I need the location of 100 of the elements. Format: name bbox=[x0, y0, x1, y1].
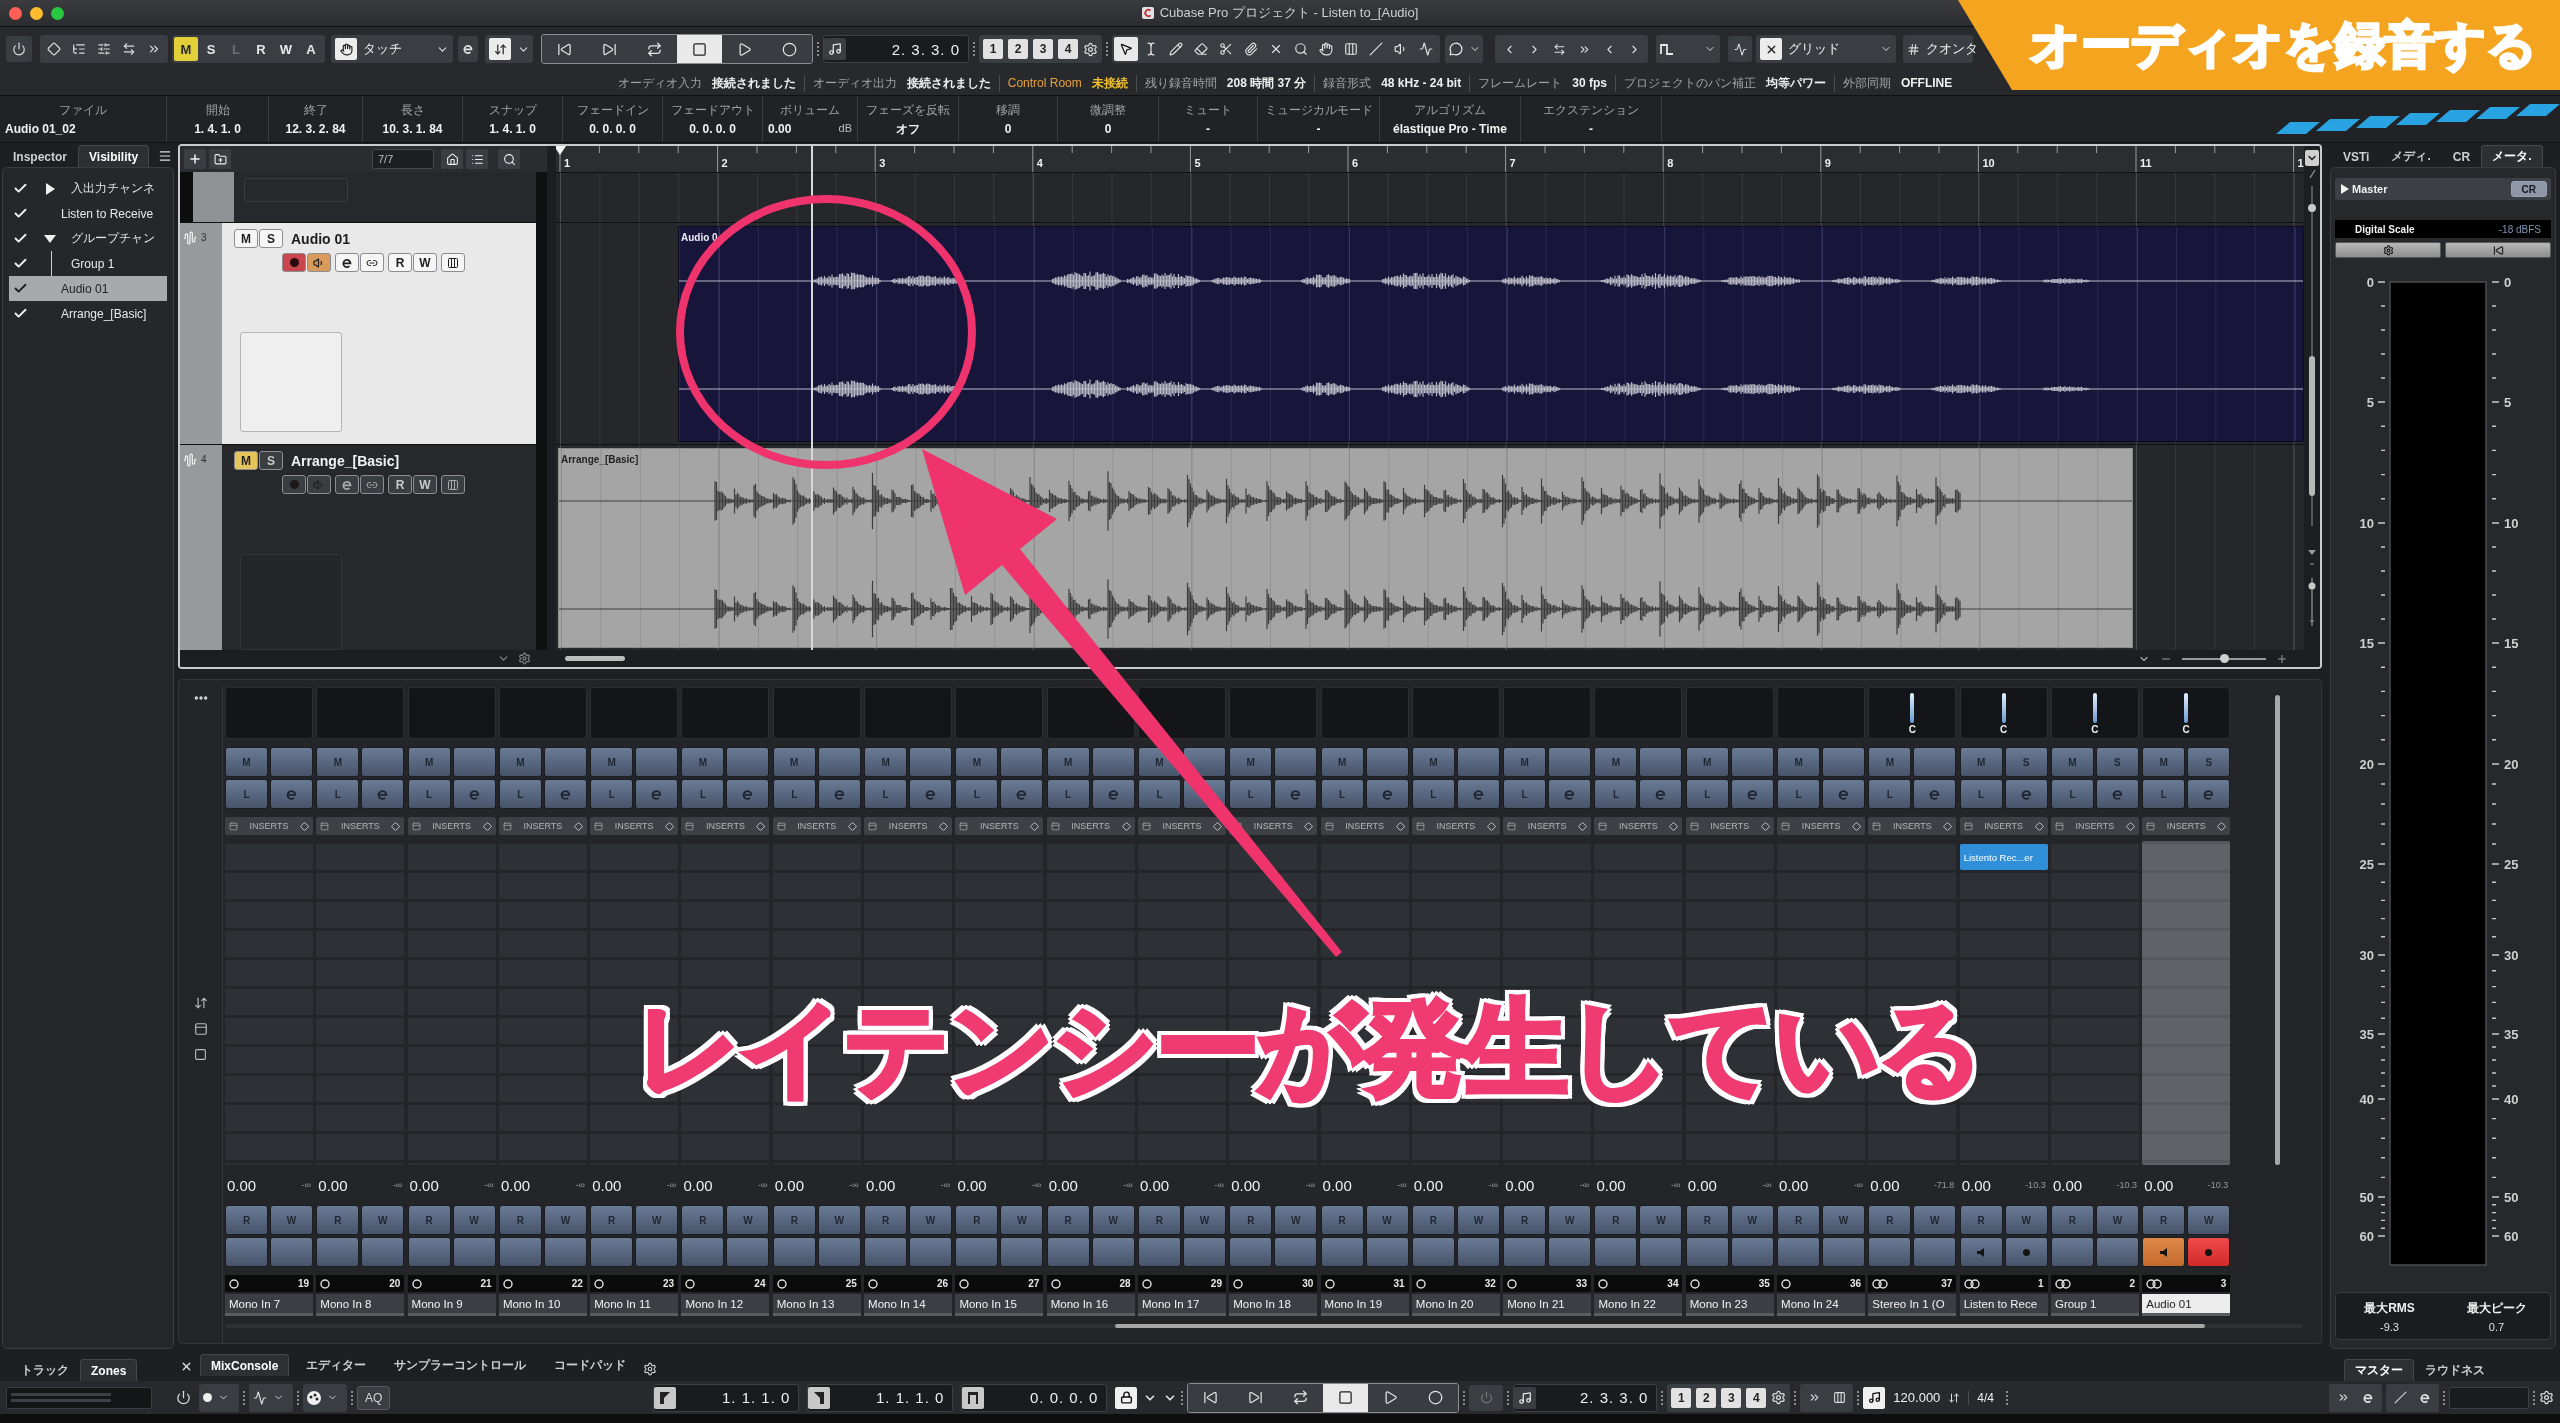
blank-button[interactable] bbox=[1913, 747, 1957, 777]
fader-value[interactable]: 0.00 bbox=[1505, 1176, 1535, 1194]
marker-button[interactable]: 3 bbox=[1033, 39, 1053, 59]
list-button[interactable] bbox=[466, 149, 488, 169]
tab[interactable]: メータ. bbox=[2481, 145, 2543, 167]
input-field[interactable] bbox=[2449, 1386, 2529, 1409]
scroll-thumb[interactable] bbox=[1115, 1324, 2205, 1328]
inserts-header[interactable]: INSERTS bbox=[1046, 817, 1135, 835]
write-button[interactable]: W bbox=[413, 253, 437, 272]
vertical-scrollbar[interactable] bbox=[2274, 695, 2280, 1165]
add-track-button[interactable] bbox=[184, 149, 206, 169]
snap-dropdown[interactable] bbox=[485, 35, 533, 63]
blank-button[interactable] bbox=[1913, 1237, 1957, 1267]
blank-button[interactable] bbox=[1274, 1237, 1318, 1267]
inserts-header[interactable]: INSERTS bbox=[864, 817, 953, 835]
check-icon[interactable] bbox=[13, 181, 28, 196]
tab[interactable]: MixConsole bbox=[200, 1354, 290, 1376]
reset-button[interactable] bbox=[2445, 242, 2551, 258]
fader-value[interactable]: 0.00 bbox=[1139, 1176, 1170, 1194]
mute-button[interactable]: M bbox=[234, 451, 258, 470]
fader-value[interactable]: 0.00 bbox=[2144, 1176, 2174, 1194]
automation-button[interactable]: R bbox=[249, 37, 273, 61]
monitor-button[interactable] bbox=[307, 475, 331, 494]
inserts-header[interactable]: INSERTS bbox=[2050, 817, 2139, 835]
blank-button[interactable] bbox=[772, 1237, 816, 1267]
lock-icon[interactable] bbox=[1115, 1386, 1138, 1409]
fader-value[interactable]: 0.00 bbox=[592, 1176, 622, 1194]
channel-name[interactable]: Mono In 23 bbox=[1685, 1294, 1774, 1316]
monitor-button[interactable] bbox=[2142, 1237, 2186, 1267]
blank-button[interactable] bbox=[1594, 1237, 1638, 1267]
blank-button[interactable] bbox=[1320, 1237, 1364, 1267]
info-value[interactable]: 10. 3. 1. 84 bbox=[382, 121, 443, 136]
fader-value[interactable]: 0.00 bbox=[227, 1176, 257, 1194]
timeline-ruler[interactable]: 1 2 3 4 5 6 7 8 9 10 11 1 bbox=[556, 146, 2304, 172]
solo-button[interactable]: S bbox=[259, 451, 283, 470]
zoom-slider[interactable] bbox=[2182, 657, 2266, 660]
fader-value[interactable]: 0.00 bbox=[774, 1176, 804, 1194]
audio-event[interactable]: Arrange_[Basic] bbox=[558, 448, 2133, 648]
blank-button[interactable] bbox=[1000, 747, 1044, 777]
marker-button[interactable]: 2 bbox=[1696, 1387, 1717, 1408]
channel-name[interactable]: Mono In 12 bbox=[681, 1294, 770, 1316]
blank-button[interactable] bbox=[1456, 747, 1500, 777]
fader-value[interactable]: 0.00 bbox=[500, 1176, 531, 1194]
blank-button[interactable] bbox=[1046, 1237, 1090, 1267]
inserts-header[interactable]: INSERTS bbox=[2142, 817, 2231, 835]
locator-display[interactable]: 1. 1. 1. 0 bbox=[807, 1383, 954, 1412]
blank-button[interactable] bbox=[270, 747, 313, 777]
fader-value[interactable]: 0.00 bbox=[957, 1176, 987, 1194]
fader-value[interactable]: 0.00 bbox=[1870, 1176, 1900, 1194]
position-display[interactable]: 2. 3. 3. 0 bbox=[823, 35, 969, 63]
record-enable-button[interactable] bbox=[282, 253, 306, 272]
automation-button[interactable]: W bbox=[274, 37, 298, 61]
blank-button[interactable] bbox=[726, 747, 770, 777]
tab[interactable]: サンプラーコントロール bbox=[383, 1354, 538, 1376]
channel-name[interactable]: Mono In 8 bbox=[316, 1294, 405, 1316]
inserts-header[interactable]: INSERTS bbox=[1685, 817, 1774, 835]
info-value[interactable]: 1. 4. 1. 0 bbox=[489, 121, 536, 136]
tab[interactable]: Visibility bbox=[78, 145, 150, 167]
blank-button[interactable] bbox=[1000, 1237, 1044, 1267]
blank-button[interactable] bbox=[316, 1237, 360, 1267]
cycle-record-mode-dropdown[interactable] bbox=[303, 1383, 347, 1412]
info-value[interactable]: 0 bbox=[1104, 121, 1112, 136]
tab[interactable]: Inspector bbox=[2, 145, 78, 167]
track-header[interactable]: 3 M S Audio 01 R W bbox=[180, 222, 547, 444]
inserts-header[interactable]: INSERTS bbox=[225, 817, 313, 835]
search-button[interactable] bbox=[498, 149, 520, 169]
channel-name[interactable]: Mono In 16 bbox=[1046, 1294, 1135, 1316]
blank-button[interactable] bbox=[1548, 1237, 1592, 1267]
zoom-in-icon[interactable] bbox=[2276, 652, 2288, 665]
blank-button[interactable] bbox=[1548, 747, 1592, 777]
blank-button[interactable] bbox=[590, 1237, 634, 1267]
pan-display[interactable]: C bbox=[1959, 687, 2048, 739]
link-button[interactable] bbox=[360, 475, 384, 494]
fader-value[interactable]: 0.00 bbox=[1048, 1176, 1078, 1194]
inserts-header[interactable]: INSERTS bbox=[1137, 817, 1226, 835]
marker-button[interactable]: 4 bbox=[1058, 39, 1078, 59]
blank-button[interactable] bbox=[1685, 1237, 1729, 1267]
marker-button[interactable]: 1 bbox=[1671, 1387, 1692, 1408]
track-name[interactable]: Audio 01 bbox=[291, 230, 351, 247]
blank-button[interactable] bbox=[909, 747, 953, 777]
track-name[interactable]: Arrange_[Basic] bbox=[291, 452, 400, 469]
gear-icon[interactable] bbox=[518, 652, 531, 665]
channel-name[interactable]: Mono In 11 bbox=[590, 1294, 679, 1316]
read-button[interactable]: R bbox=[388, 475, 412, 494]
inserts-header[interactable]: INSERTS bbox=[772, 817, 861, 835]
blank-button[interactable] bbox=[1639, 747, 1683, 777]
blank-button[interactable] bbox=[1091, 747, 1135, 777]
blank-button[interactable] bbox=[1503, 1237, 1547, 1267]
blank-button[interactable] bbox=[543, 747, 587, 777]
blank-button[interactable] bbox=[1274, 747, 1318, 777]
zoom-button[interactable] bbox=[51, 6, 64, 20]
visibility-item[interactable]: 入出力チャンネ bbox=[9, 176, 167, 201]
channel-name[interactable]: Mono In 22 bbox=[1594, 1294, 1683, 1316]
blank-button[interactable] bbox=[817, 1237, 861, 1267]
pan-display[interactable]: C bbox=[2142, 687, 2231, 739]
tool-button[interactable] bbox=[1114, 37, 1138, 61]
channel-name[interactable]: Mono In 20 bbox=[1411, 1294, 1500, 1316]
fader-value[interactable]: 0.00 bbox=[683, 1176, 713, 1194]
edit-channel-button[interactable] bbox=[270, 779, 313, 809]
blank-button[interactable] bbox=[361, 747, 405, 777]
